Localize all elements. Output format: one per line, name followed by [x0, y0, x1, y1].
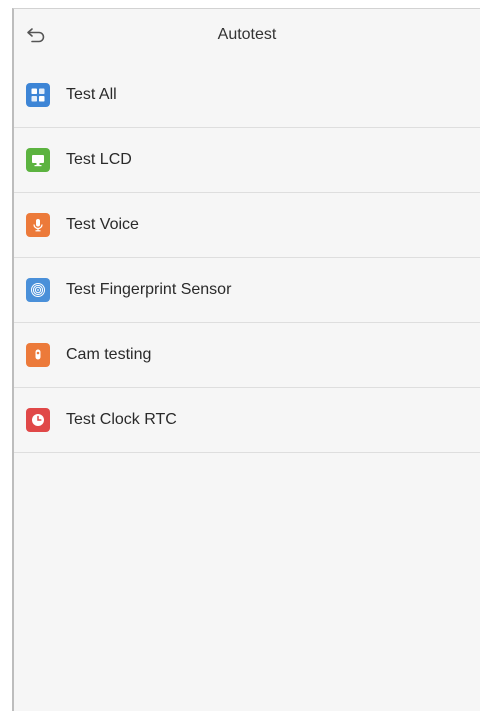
- menu-item-label: Test Voice: [66, 216, 139, 233]
- header-bar: Autotest: [14, 9, 480, 64]
- menu-item-label: Cam testing: [66, 346, 152, 363]
- menu-item-label: Test LCD: [66, 151, 132, 168]
- page-title: Autotest: [217, 26, 277, 43]
- menu-item-test-fingerprint-sensor[interactable]: Test Fingerprint Sensor: [14, 258, 480, 323]
- menu-item-test-lcd[interactable]: Test LCD: [14, 128, 480, 193]
- fingerprint-icon: [26, 278, 50, 302]
- menu-item-label: Test All: [66, 86, 117, 103]
- camera-icon: [26, 343, 50, 367]
- menu-item-label: Test Fingerprint Sensor: [66, 281, 232, 298]
- autotest-menu-list: Test All Test LCD Test Voice Test Finger…: [14, 63, 480, 453]
- menu-item-test-voice[interactable]: Test Voice: [14, 193, 480, 258]
- autotest-screen: Autotest Test All Test LCD Test Voice Te…: [12, 8, 480, 711]
- menu-item-test-all[interactable]: Test All: [14, 63, 480, 128]
- grid-icon: [26, 83, 50, 107]
- menu-item-label: Test Clock RTC: [66, 411, 177, 428]
- menu-item-test-clock-rtc[interactable]: Test Clock RTC: [14, 388, 480, 453]
- clock-icon: [26, 408, 50, 432]
- microphone-icon: [26, 213, 50, 237]
- menu-item-cam-testing[interactable]: Cam testing: [14, 323, 480, 388]
- monitor-icon: [26, 148, 50, 172]
